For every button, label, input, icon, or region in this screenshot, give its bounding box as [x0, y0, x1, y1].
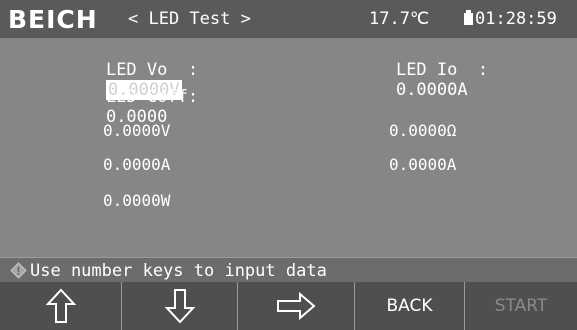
current-reading-1: 0.0000A: [103, 155, 171, 174]
down-softkey[interactable]: [122, 282, 238, 330]
status-message: Use number keys to input data: [30, 261, 327, 281]
led-test-screen: BEICH < LED Test > 17.7℃ 01:28:59 LED Vo…: [0, 0, 577, 330]
voltage-reading: 0.0000V: [103, 121, 171, 140]
power-reading: 0.0000W: [103, 191, 171, 210]
softkey-bar: BACK START: [0, 282, 577, 330]
battery-icon: [464, 10, 473, 25]
led-io-label: LED Io :: [395, 60, 489, 80]
brand-logo: BEICH: [8, 5, 98, 34]
down-arrow-icon: [164, 289, 195, 324]
led-coff-label: LED Coff:: [105, 87, 199, 107]
clock-time: 01:28:59: [475, 9, 557, 29]
header-bar: BEICH < LED Test > 17.7℃ 01:28:59: [0, 0, 577, 38]
up-softkey[interactable]: [0, 282, 122, 330]
status-bar: Use number keys to input data: [0, 257, 577, 283]
page-title: < LED Test >: [128, 9, 251, 29]
back-button[interactable]: BACK: [355, 282, 465, 330]
current-reading-2: 0.0000A: [389, 155, 457, 174]
info-icon: [10, 262, 27, 279]
right-softkey[interactable]: [238, 282, 355, 330]
clock-readout: 01:28:59: [464, 9, 557, 29]
right-arrow-icon: [277, 292, 316, 320]
temperature-readout: 17.7℃: [369, 9, 430, 29]
start-button[interactable]: START: [465, 282, 577, 330]
up-arrow-icon: [45, 288, 76, 323]
led-io-row: LED Io : 0.0000A: [355, 40, 488, 120]
led-io-value[interactable]: 0.0000A: [396, 80, 468, 100]
resistance-reading: 0.0000Ω: [389, 121, 457, 140]
